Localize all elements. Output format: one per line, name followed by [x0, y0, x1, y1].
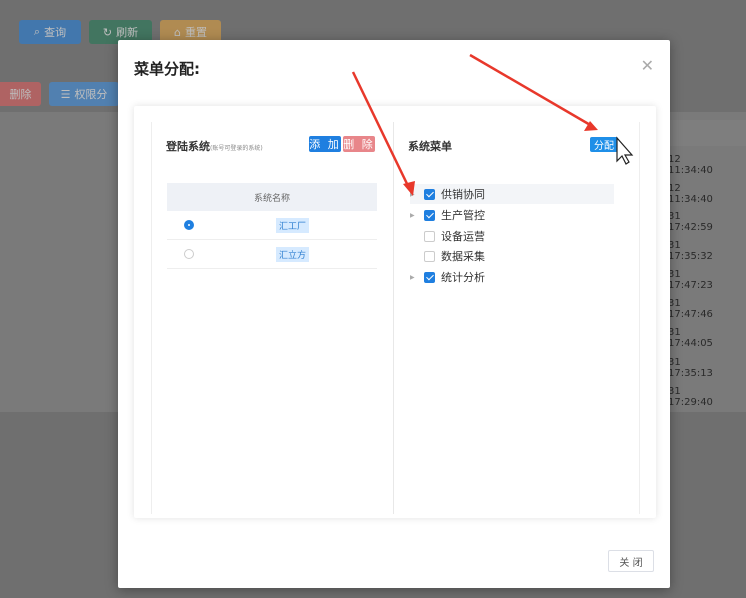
dialog-body: 登陆系统(账号可登录的系统) 添 加 删 除 系统名称 汇工厂 汇立方 系统菜单…: [134, 106, 656, 518]
background-time-cell: 31 17:47:46: [668, 298, 713, 320]
close-icon[interactable]: ✕: [641, 56, 654, 75]
background-time-cell: 31 17:29:40: [668, 386, 713, 408]
tree-node[interactable]: ▶ 生产管控: [410, 205, 614, 225]
menu-checkbox[interactable]: [424, 230, 435, 242]
menu-checkbox[interactable]: [424, 250, 435, 262]
background-time-cell: 31 17:44:05: [668, 327, 713, 349]
add-button[interactable]: 添 加: [309, 136, 341, 152]
delete-system-button[interactable]: 删 除: [343, 136, 375, 152]
system-name: 汇工厂: [276, 218, 310, 233]
system-radio[interactable]: [184, 249, 194, 259]
login-system-panel: 登陆系统(账号可登录的系统) 添 加 删 除 系统名称 汇工厂 汇立方: [151, 122, 394, 514]
login-system-hint: (账号可登录的系统): [210, 145, 263, 152]
table-row[interactable]: 汇工厂: [167, 211, 377, 240]
reset-icon: ⌂: [174, 25, 181, 39]
menu-checkbox[interactable]: [424, 188, 435, 200]
list-icon: ☰: [60, 87, 71, 101]
tree-node-label: 供销协同: [441, 188, 485, 201]
table-row[interactable]: 汇立方: [167, 240, 377, 269]
tree-node-label: 数据采集: [441, 250, 485, 263]
tree-node[interactable]: ▶ 供销协同: [410, 184, 614, 204]
tree-node-label: 统计分析: [441, 271, 485, 284]
query-button[interactable]: ⌕ 查询: [19, 20, 81, 44]
tree-node-label: 设备运营: [441, 230, 485, 243]
login-system-title: 登陆系统(账号可登录的系统): [166, 140, 263, 153]
expand-caret-icon[interactable]: ▶: [410, 274, 420, 281]
system-radio[interactable]: [184, 220, 194, 230]
system-table-header: 系统名称: [167, 183, 377, 211]
background-time-cell: 12 11:34:40: [668, 183, 713, 205]
background-time-cell: 31 17:47:23: [668, 269, 713, 291]
permission-assign-button[interactable]: ☰ 权限分: [49, 82, 119, 106]
menu-checkbox[interactable]: [424, 271, 435, 283]
refresh-icon: ↻: [102, 25, 113, 39]
expand-caret-icon[interactable]: ▶: [410, 212, 420, 219]
background-time-cell: 31 17:42:59: [668, 211, 713, 233]
system-name: 汇立方: [276, 247, 310, 262]
background-time-cell: 12 11:34:40: [668, 154, 713, 176]
background-time-cell: 31 17:35:32: [668, 240, 713, 262]
background-time-cell: 31 17:35:13: [668, 357, 713, 379]
expand-caret-icon[interactable]: ▶: [410, 191, 420, 198]
background-table-header: [668, 120, 746, 146]
system-menu-panel: 系统菜单 分配 ▶ 供销协同 ▶ 生产管控 设备运营 数据采集 ▶ 统计分析: [394, 122, 640, 514]
search-icon: ⌕: [33, 25, 41, 38]
tree-node[interactable]: 数据采集: [410, 246, 614, 266]
tree-node-label: 生产管控: [441, 209, 485, 222]
dialog-title: 菜单分配:: [134, 60, 200, 78]
tree-node[interactable]: 设备运营: [410, 226, 614, 246]
menu-checkbox[interactable]: [424, 209, 435, 221]
assign-button[interactable]: 分配: [590, 137, 618, 152]
delete-button[interactable]: 删除: [0, 82, 41, 106]
system-menu-title: 系统菜单: [408, 140, 452, 153]
menu-assign-dialog: 菜单分配: ✕ 登陆系统(账号可登录的系统) 添 加 删 除 系统名称 汇工厂 …: [118, 40, 670, 588]
close-button[interactable]: 关 闭: [608, 550, 654, 572]
tree-node[interactable]: ▶ 统计分析: [410, 267, 614, 287]
